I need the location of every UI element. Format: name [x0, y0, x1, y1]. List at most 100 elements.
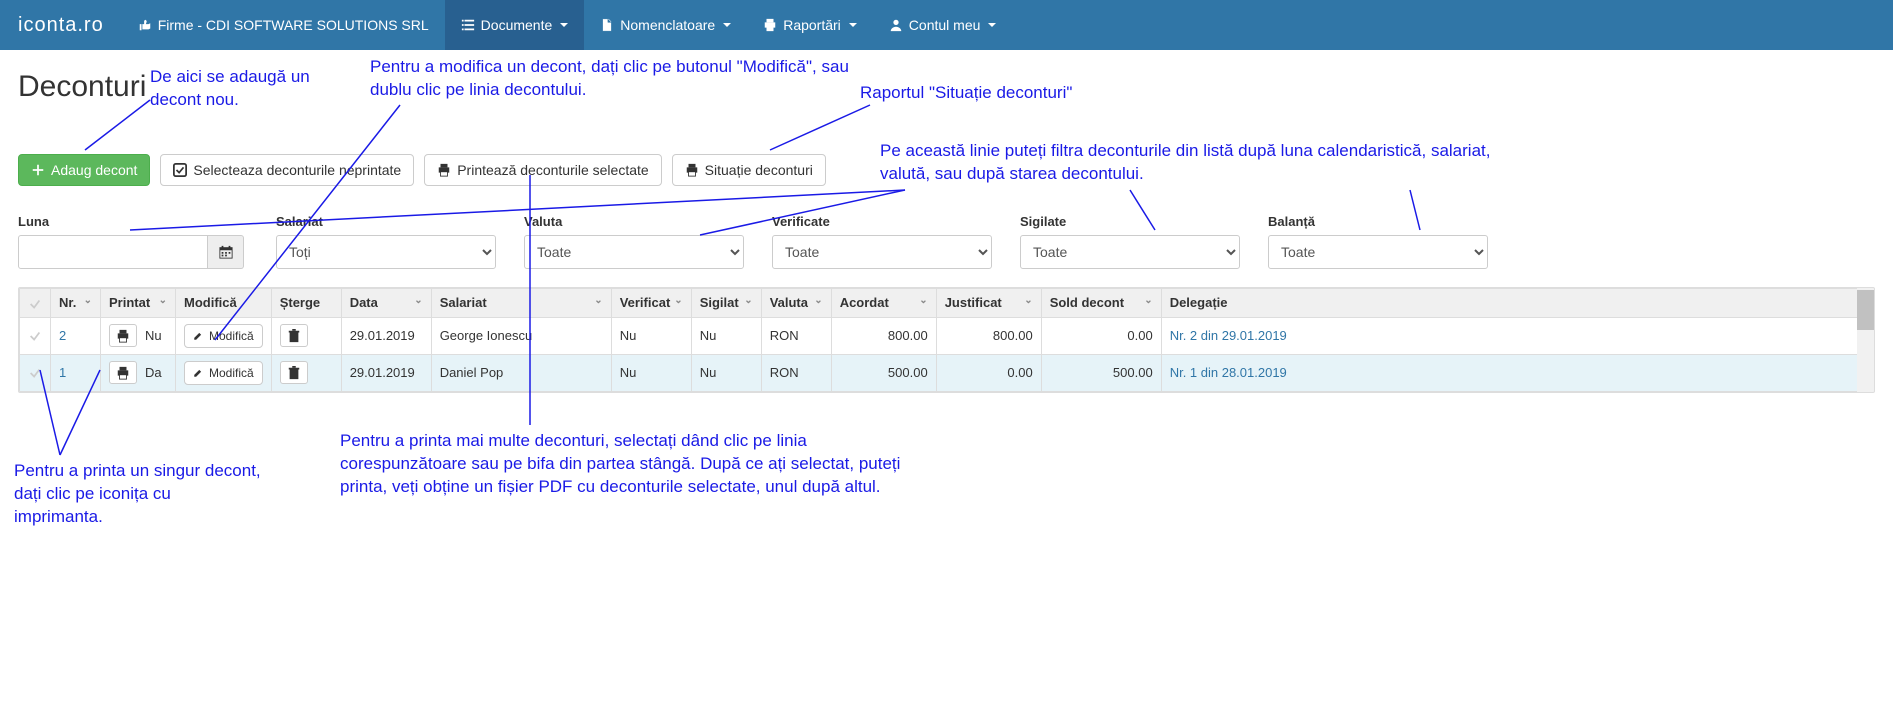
col-data[interactable]: Data⌄	[341, 289, 431, 318]
modifica-button[interactable]: Modifică	[184, 324, 263, 348]
modifica-button[interactable]: Modifică	[184, 361, 263, 385]
scrollbar-thumb[interactable]	[1857, 290, 1874, 330]
print-selected-label: Printează deconturile selectate	[457, 162, 648, 178]
print-icon	[116, 366, 130, 380]
table-row[interactable]: 1 Da Modifică 29.01.2019 Daniel Pop Nu N…	[20, 354, 1874, 391]
check-icon	[28, 366, 42, 380]
nav-contul-label: Contul meu	[909, 17, 981, 33]
delete-button[interactable]	[280, 361, 308, 385]
cell-justificat: 0.00	[936, 354, 1041, 391]
cell-delegatie: Nr. 2 din 29.01.2019	[1161, 317, 1873, 354]
check-icon	[28, 329, 42, 343]
row-check[interactable]	[20, 354, 51, 391]
cell-verificat: Nu	[611, 317, 691, 354]
cell-justificat: 800.00	[936, 317, 1041, 354]
navbar: iconta.ro Firme - CDI SOFTWARE SOLUTIONS…	[0, 0, 1893, 50]
salariat-select[interactable]: Toți	[276, 235, 496, 269]
col-delegatie[interactable]: Delegație⌄	[1161, 289, 1873, 318]
col-salariat[interactable]: Salariat⌄	[431, 289, 611, 318]
situatie-button[interactable]: Situație deconturi	[672, 154, 826, 186]
cell-sold: 500.00	[1041, 354, 1161, 391]
col-acordat[interactable]: Acordat⌄	[831, 289, 936, 318]
cell-nr: 1	[51, 354, 101, 391]
print-row-button[interactable]	[109, 361, 137, 385]
chevron-down-icon: ⌄	[919, 295, 927, 306]
sigilate-select[interactable]: Toate	[1020, 235, 1240, 269]
calendar-button[interactable]	[208, 235, 244, 269]
col-valuta[interactable]: Valuta⌄	[761, 289, 831, 318]
print-row-button[interactable]	[109, 324, 137, 348]
col-printat[interactable]: Printat⌄	[101, 289, 176, 318]
cell-valuta: RON	[761, 354, 831, 391]
cell-nr: 2	[51, 317, 101, 354]
vertical-scrollbar[interactable]	[1857, 288, 1874, 392]
plus-icon	[31, 163, 45, 177]
chevron-down-icon: ⌄	[84, 295, 92, 306]
caret-down-icon	[723, 23, 731, 27]
annotation: Pentru a printa mai multe deconturi, sel…	[340, 430, 910, 499]
table-wrap: Nr.⌄ Printat⌄ Modifică Șterge Data⌄ Sala…	[18, 287, 1875, 393]
col-sterge: Șterge	[271, 289, 341, 318]
filter-salariat-label: Salariat	[276, 214, 496, 229]
col-sold[interactable]: Sold decont⌄	[1041, 289, 1161, 318]
chevron-down-icon: ⌄	[744, 295, 752, 306]
cell-delegatie: Nr. 1 din 28.01.2019	[1161, 354, 1873, 391]
select-unprinted-label: Selecteaza deconturile neprintate	[193, 162, 401, 178]
col-justificat[interactable]: Justificat⌄	[936, 289, 1041, 318]
chevron-down-icon: ⌄	[159, 295, 167, 306]
cell-data: 29.01.2019	[341, 354, 431, 391]
nav-documente-label: Documente	[481, 17, 553, 33]
annotation: Pentru a printa un singur decont, dați c…	[14, 460, 264, 529]
print-icon	[437, 163, 451, 177]
col-nr[interactable]: Nr.⌄	[51, 289, 101, 318]
nav-contul[interactable]: Contul meu	[873, 0, 1013, 50]
select-unprinted-button[interactable]: Selecteaza deconturile neprintate	[160, 154, 414, 186]
pencil-icon	[193, 368, 203, 378]
luna-input[interactable]	[18, 235, 208, 269]
nav-nomenclatoare-label: Nomenclatoare	[620, 17, 715, 33]
nav-firme[interactable]: Firme - CDI SOFTWARE SOLUTIONS SRL	[122, 0, 445, 50]
nav-raportari[interactable]: Raportări	[747, 0, 873, 50]
luna-input-group	[18, 235, 248, 269]
delegatie-link[interactable]: Nr. 1 din 28.01.2019	[1170, 365, 1287, 380]
table-row[interactable]: 2 Nu Modifică 29.01.2019 George Ionescu …	[20, 317, 1874, 354]
nr-link[interactable]: 2	[59, 328, 66, 343]
cell-data: 29.01.2019	[341, 317, 431, 354]
header-row: Nr.⌄ Printat⌄ Modifică Șterge Data⌄ Sala…	[20, 289, 1874, 318]
toolbar: Adaug decont Selecteaza deconturile nepr…	[18, 154, 1875, 186]
filter-verificate: Verificate Toate	[772, 214, 992, 269]
col-sigilat[interactable]: Sigilat⌄	[691, 289, 761, 318]
filter-salariat: Salariat Toți	[276, 214, 496, 269]
brand-logo[interactable]: iconta.ro	[0, 0, 122, 50]
nav-nomenclatoare[interactable]: Nomenclatoare	[584, 0, 747, 50]
user-icon	[889, 18, 903, 32]
filter-verificate-label: Verificate	[772, 214, 992, 229]
filter-sigilate-label: Sigilate	[1020, 214, 1240, 229]
delegatie-link[interactable]: Nr. 2 din 29.01.2019	[1170, 328, 1287, 343]
cell-valuta: RON	[761, 317, 831, 354]
col-check[interactable]	[20, 289, 51, 318]
add-decont-button[interactable]: Adaug decont	[18, 154, 150, 186]
page-container: Deconturi Adaug decont Selecteaza decont…	[0, 50, 1893, 413]
nav-documente[interactable]: Documente	[445, 0, 585, 50]
deconturi-table: Nr.⌄ Printat⌄ Modifică Șterge Data⌄ Sala…	[19, 288, 1874, 392]
delete-button[interactable]	[280, 324, 308, 348]
filter-valuta: Valuta Toate	[524, 214, 744, 269]
cell-printat: Nu	[101, 317, 176, 354]
cell-acordat: 800.00	[831, 317, 936, 354]
valuta-select[interactable]: Toate	[524, 235, 744, 269]
cell-salariat: Daniel Pop	[431, 354, 611, 391]
print-icon	[685, 163, 699, 177]
printat-value: Nu	[145, 328, 162, 343]
add-decont-label: Adaug decont	[51, 162, 137, 178]
filter-balanta-label: Balanță	[1268, 214, 1488, 229]
row-check[interactable]	[20, 317, 51, 354]
col-verificat[interactable]: Verificat⌄	[611, 289, 691, 318]
filters-row: Luna Salariat Toți Valuta Toate Verifica…	[18, 214, 1875, 269]
nr-link[interactable]: 1	[59, 365, 66, 380]
print-selected-button[interactable]: Printează deconturile selectate	[424, 154, 661, 186]
balanta-select[interactable]: Toate	[1268, 235, 1488, 269]
page-title: Deconturi	[18, 70, 1875, 104]
verificate-select[interactable]: Toate	[772, 235, 992, 269]
trash-icon	[287, 329, 301, 343]
